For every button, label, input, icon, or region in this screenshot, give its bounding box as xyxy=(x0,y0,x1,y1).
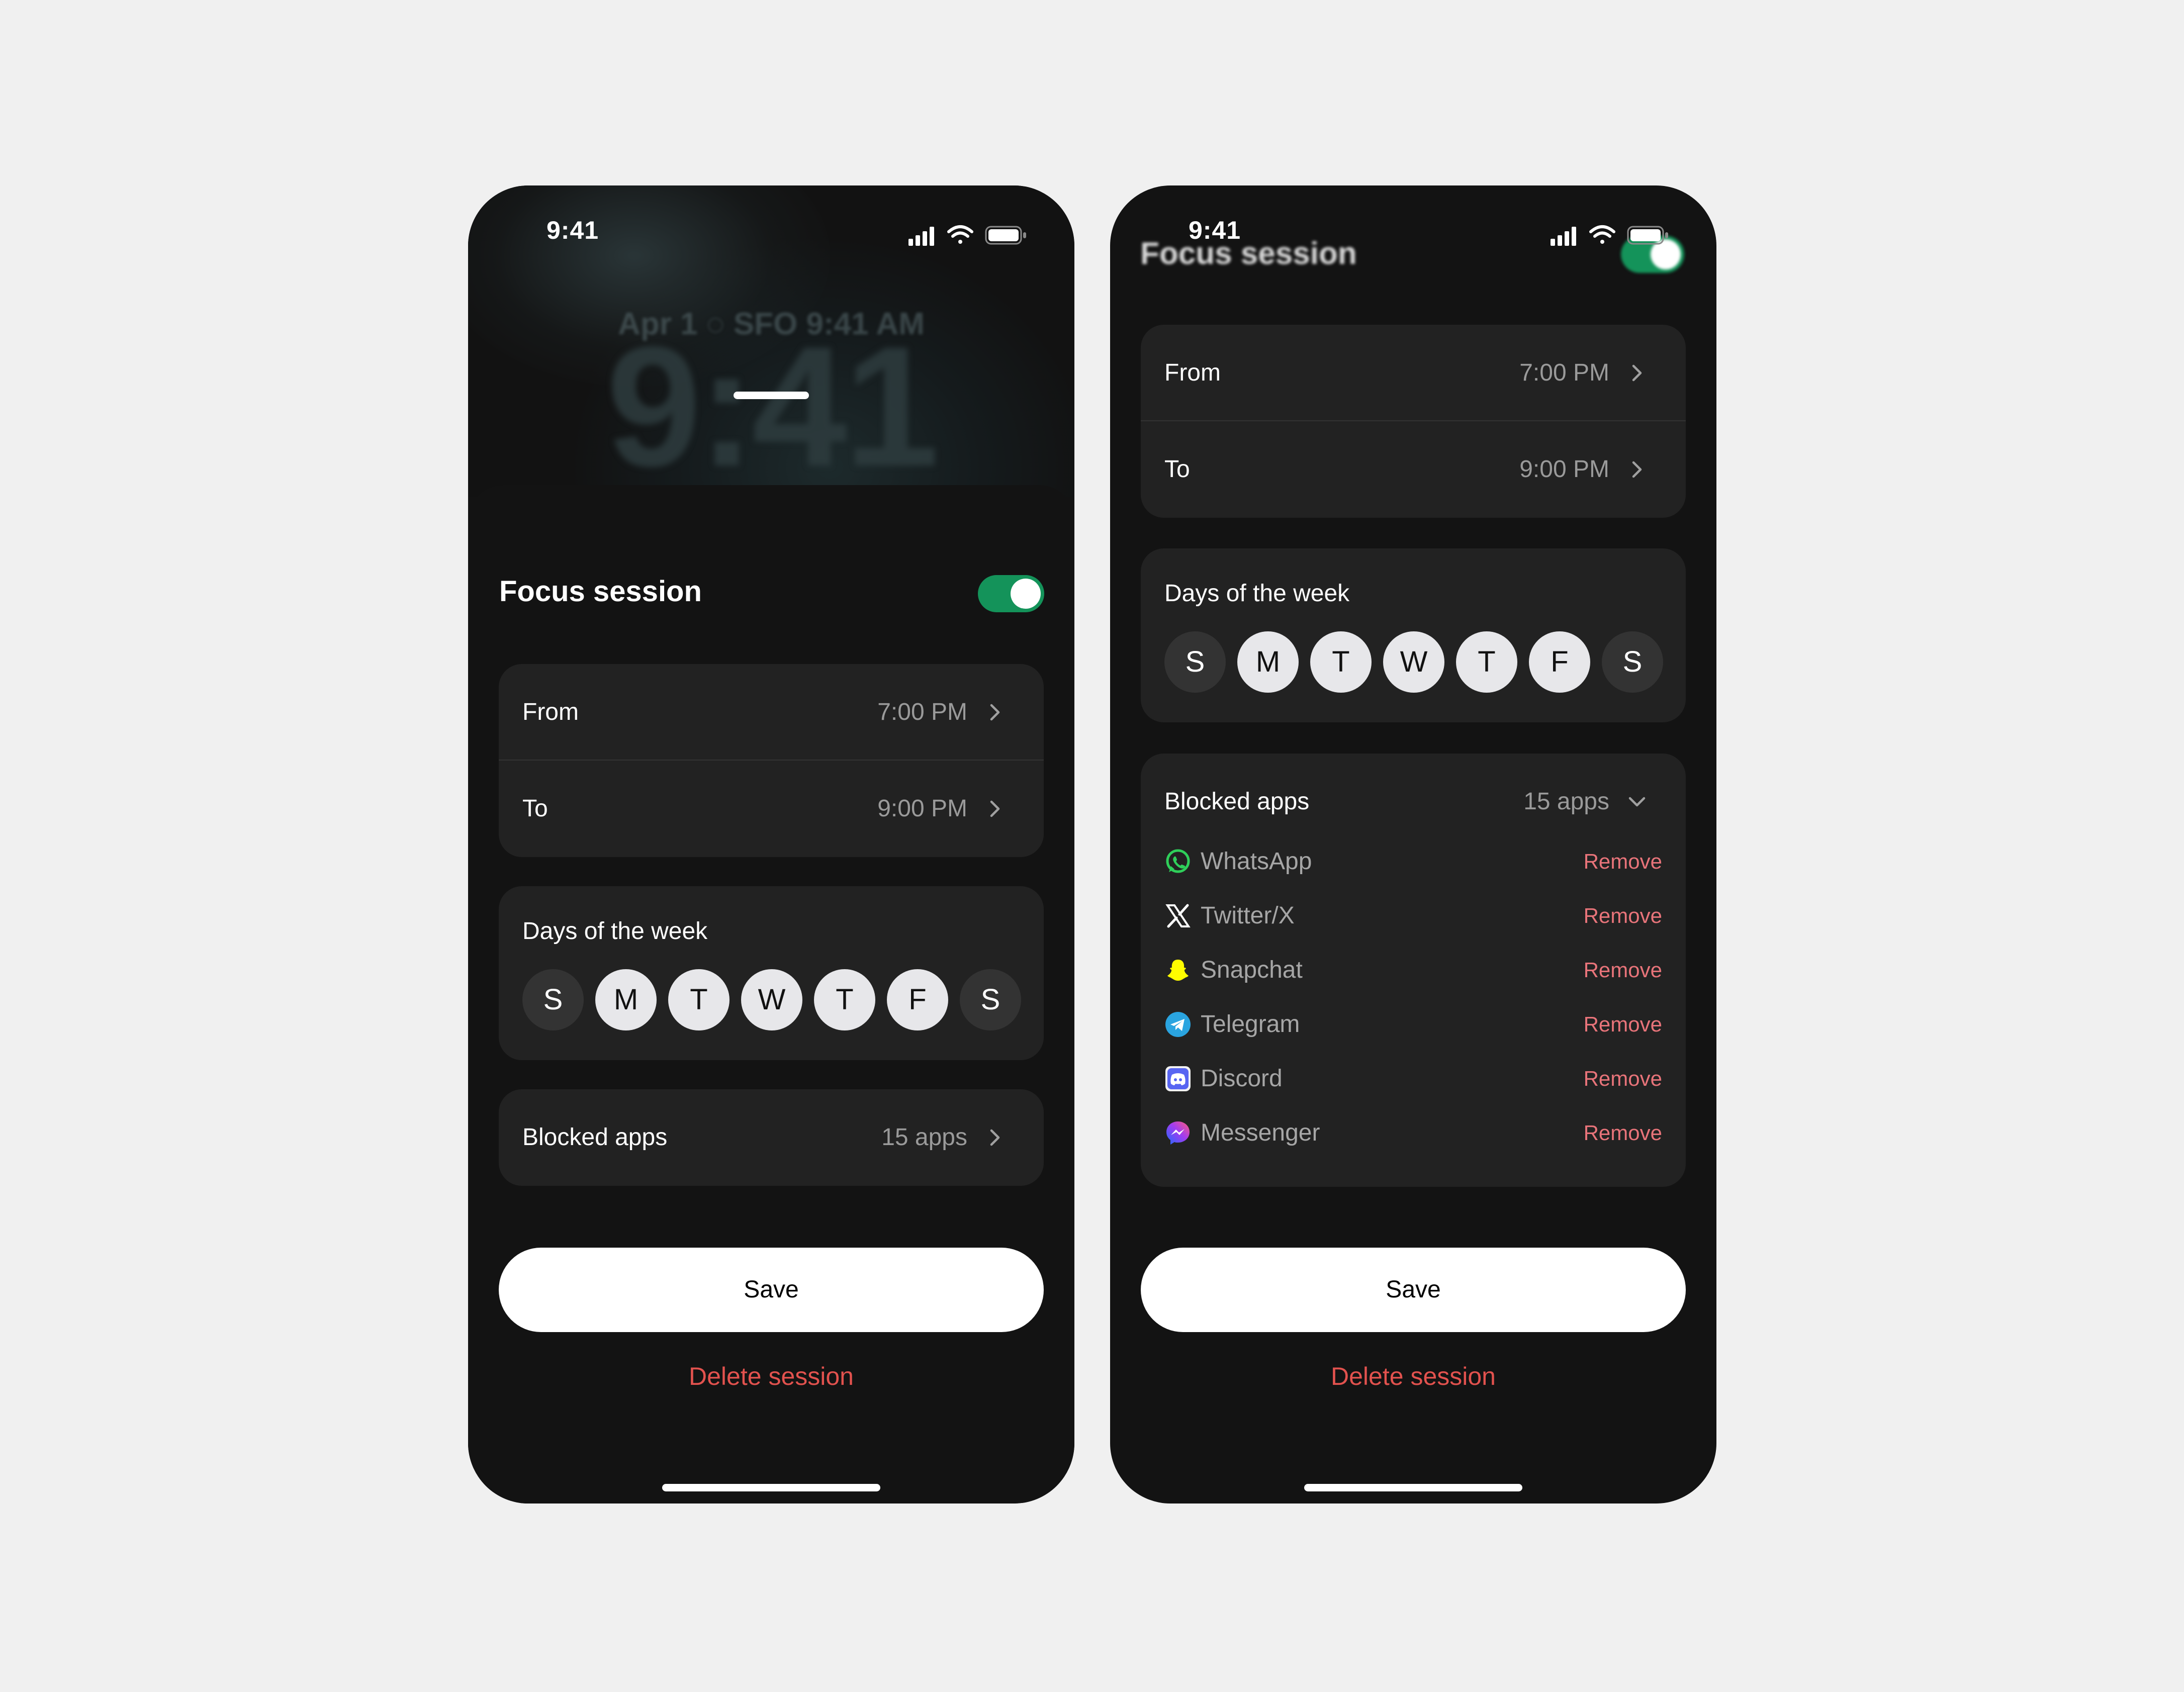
sheet-grabber[interactable] xyxy=(734,392,809,399)
time-range-card: From 7:00 PM To 9:00 PM xyxy=(499,664,1044,857)
status-icons xyxy=(908,225,1026,246)
status-icons xyxy=(1551,225,1668,246)
home-indicator xyxy=(662,1484,880,1491)
signal-icon xyxy=(908,227,934,246)
status-time: 9:41 xyxy=(1189,216,1241,244)
battery-icon xyxy=(1627,226,1668,245)
chevron-right-icon xyxy=(990,704,1000,721)
day-toggle[interactable]: W xyxy=(1383,631,1444,693)
save-button[interactable]: Save xyxy=(1141,1248,1686,1332)
sheet-title-scrolled: Focus session xyxy=(1140,236,1357,271)
from-row[interactable]: From 7:00 PM xyxy=(1141,325,1686,421)
blocked-apps-count: 15 apps xyxy=(881,1124,967,1151)
telegram-icon xyxy=(1165,1012,1191,1037)
sheet-title: Focus session xyxy=(499,575,702,608)
discord-icon xyxy=(1165,1066,1191,1091)
from-label: From xyxy=(522,699,579,725)
remove-button[interactable]: Remove xyxy=(1584,895,1662,936)
blocked-app-row: Messenger Remove xyxy=(1164,1112,1662,1153)
from-value: 7:00 PM xyxy=(877,699,967,725)
x-icon xyxy=(1165,904,1191,928)
blocked-apps-label: Blocked apps xyxy=(1164,788,1310,815)
signal-icon xyxy=(1551,227,1576,246)
blocked-app-row: Telegram Remove xyxy=(1164,1004,1662,1044)
remove-button[interactable]: Remove xyxy=(1584,1004,1662,1045)
day-toggle[interactable]: M xyxy=(1237,631,1299,693)
remove-button[interactable]: Remove xyxy=(1584,1058,1662,1099)
day-toggle[interactable]: F xyxy=(1529,631,1590,693)
toggle-knob xyxy=(1011,579,1041,609)
app-name: WhatsApp xyxy=(1201,848,1312,875)
app-name: Twitter/X xyxy=(1201,902,1295,929)
to-label: To xyxy=(522,795,548,822)
delete-session-button[interactable]: Delete session xyxy=(1110,1362,1716,1391)
days-of-week-card: Days of the week SMTWTFS xyxy=(499,886,1044,1060)
app-name: Telegram xyxy=(1201,1011,1300,1038)
day-toggle[interactable]: T xyxy=(668,969,730,1030)
wifi-icon xyxy=(1589,225,1615,244)
from-row[interactable]: From 7:00 PM xyxy=(499,664,1044,761)
day-toggle[interactable]: W xyxy=(741,969,802,1030)
whatsapp-icon xyxy=(1166,849,1190,873)
days-label: Days of the week xyxy=(522,918,708,945)
chevron-right-icon xyxy=(990,1129,1000,1146)
from-label: From xyxy=(1164,359,1221,386)
remove-button[interactable]: Remove xyxy=(1584,841,1662,882)
to-row[interactable]: To 9:00 PM xyxy=(499,761,1044,857)
to-label: To xyxy=(1164,456,1190,483)
messenger-icon xyxy=(1166,1121,1190,1145)
time-range-card: From 7:00 PM To 9:00 PM xyxy=(1141,325,1686,518)
day-toggle[interactable]: T xyxy=(1456,631,1517,693)
to-value: 9:00 PM xyxy=(1519,456,1609,483)
day-toggle[interactable]: S xyxy=(522,969,584,1030)
app-name: Messenger xyxy=(1201,1119,1320,1146)
battery-icon xyxy=(985,226,1026,245)
blocked-apps-row[interactable]: Blocked apps 15 apps xyxy=(1141,754,1686,850)
focus-session-toggle[interactable] xyxy=(978,575,1044,612)
day-toggle[interactable]: S xyxy=(1164,631,1226,693)
blocked-app-row: Discord Remove xyxy=(1164,1058,1662,1098)
day-toggle[interactable]: T xyxy=(814,969,875,1030)
to-value: 9:00 PM xyxy=(877,795,967,822)
to-row[interactable]: To 9:00 PM xyxy=(1141,421,1686,518)
day-toggle[interactable]: S xyxy=(1602,631,1663,693)
day-toggle[interactable]: S xyxy=(960,969,1021,1030)
days-label: Days of the week xyxy=(1164,580,1350,607)
status-time: 9:41 xyxy=(547,216,599,244)
phone-left: Apr 1 ◌ SFO 9:41 AM 9:41 9:41 Focus sess… xyxy=(468,185,1074,1503)
lockscreen-clock: 9:41 xyxy=(606,311,940,497)
delete-session-button[interactable]: Delete session xyxy=(468,1362,1074,1391)
day-toggle[interactable]: F xyxy=(887,969,948,1030)
blocked-app-row: Twitter/X Remove xyxy=(1164,895,1662,935)
blocked-apps-count: 15 apps xyxy=(1523,788,1609,815)
day-toggle[interactable]: M xyxy=(595,969,657,1030)
home-indicator xyxy=(1304,1484,1522,1491)
wifi-icon xyxy=(947,225,973,244)
blocked-apps-expanded-card: Blocked apps 15 apps WhatsApp Remove Twi… xyxy=(1141,754,1686,1187)
day-toggle[interactable]: T xyxy=(1310,631,1372,693)
blocked-apps-row[interactable]: Blocked apps 15 apps xyxy=(499,1089,1044,1186)
blocked-app-row: WhatsApp Remove xyxy=(1164,841,1662,881)
remove-button[interactable]: Remove xyxy=(1584,950,1662,991)
app-name: Discord xyxy=(1201,1065,1283,1092)
snapchat-icon xyxy=(1167,960,1189,981)
remove-button[interactable]: Remove xyxy=(1584,1112,1662,1154)
chevron-down-icon xyxy=(1628,797,1646,807)
blocked-app-row: Snapchat Remove xyxy=(1164,950,1662,990)
days-of-week-card: Days of the week SMTWTFS xyxy=(1141,548,1686,722)
app-name: Snapchat xyxy=(1201,957,1303,983)
chevron-right-icon xyxy=(1632,364,1642,382)
chevron-right-icon xyxy=(1632,461,1642,478)
chevron-right-icon xyxy=(990,800,1000,817)
phone-right: Focus session 9:41 From 7:00 PM To 9:00 … xyxy=(1110,185,1716,1503)
blocked-apps-label: Blocked apps xyxy=(522,1124,668,1151)
from-value: 7:00 PM xyxy=(1519,359,1609,386)
save-button[interactable]: Save xyxy=(499,1248,1044,1332)
blocked-apps-card: Blocked apps 15 apps xyxy=(499,1089,1044,1186)
